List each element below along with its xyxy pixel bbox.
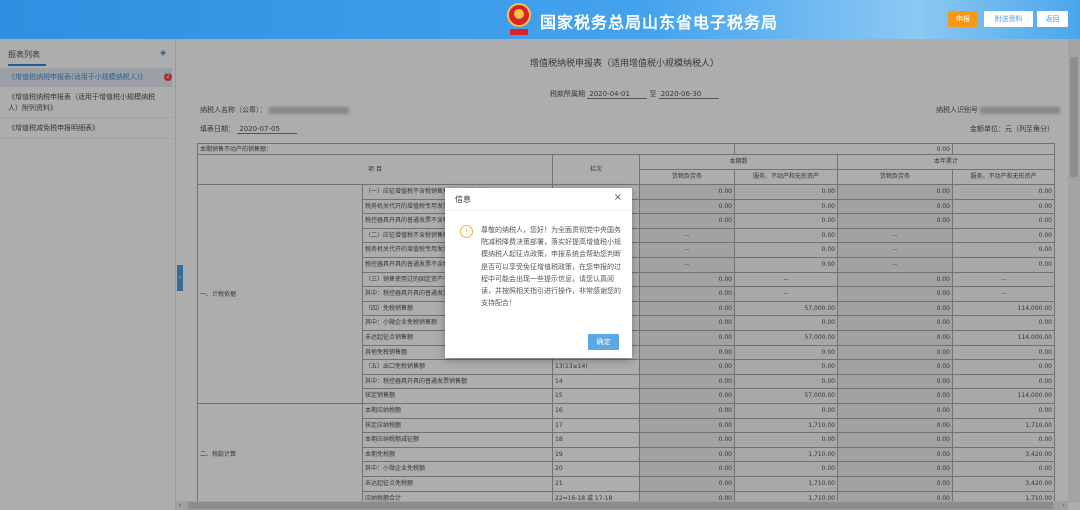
dialog-title: 信息: [455, 195, 471, 204]
declare-button[interactable]: 申报: [948, 11, 978, 27]
tax-emblem-logo: [507, 3, 531, 35]
info-dialog: 信息 × ! 尊敬的纳税人，您好！为全面贯彻党中央国务院减税降费决策部署，落实好…: [445, 188, 632, 358]
site-title: 国家税务总局山东省电子税务局: [540, 13, 779, 32]
close-icon[interactable]: ×: [614, 192, 622, 203]
warning-icon: !: [460, 225, 473, 238]
back-button[interactable]: 返回: [1037, 11, 1068, 27]
dialog-message: 尊敬的纳税人，您好！为全面贯彻党中央国务院减税降费决策部署，落实好提高增值税小规…: [481, 226, 621, 308]
dialog-divider: [445, 210, 632, 211]
confirm-button[interactable]: 确定: [588, 334, 619, 350]
top-header: 国家税务总局山东省电子税务局 申报 附送资料 返回: [0, 0, 1080, 39]
attachments-button[interactable]: 附送资料: [984, 11, 1033, 27]
